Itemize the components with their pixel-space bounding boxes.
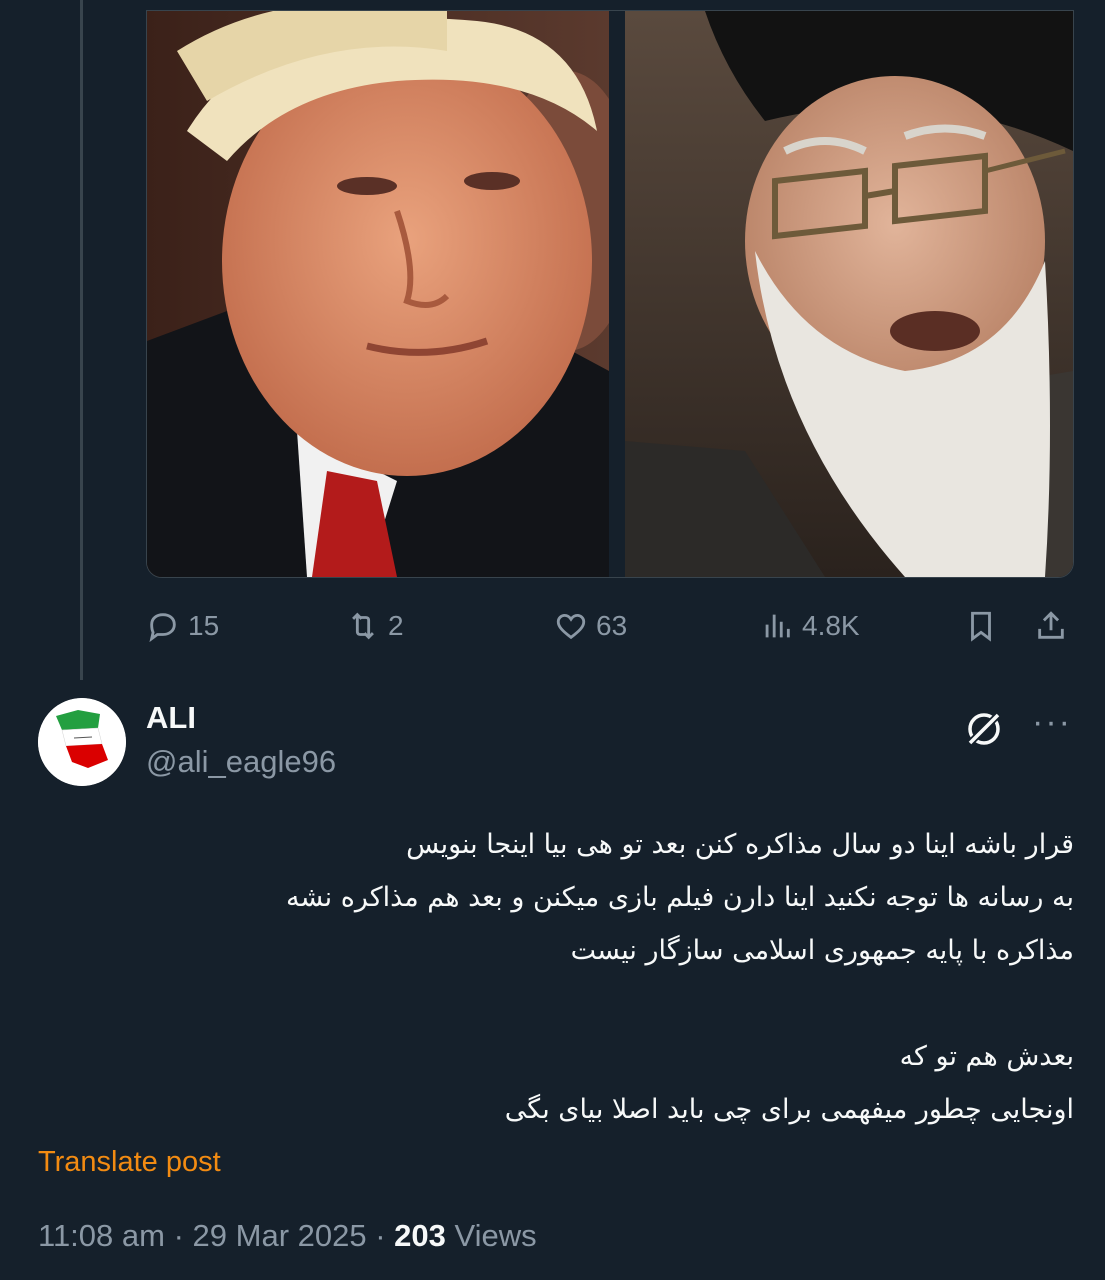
repost-count: 2 — [388, 610, 404, 641]
post-time[interactable]: 11:08 am — [38, 1218, 165, 1253]
post-text-line: مذاکره با پایه جمهوری اسلامی سازگار نیست — [570, 935, 1074, 966]
iran-map-logo-icon — [38, 698, 126, 786]
like-count: 63 — [596, 610, 628, 641]
photo-left-man-in-suit[interactable] — [147, 11, 609, 577]
post-action-bar: 15 2 63 4.8K — [146, 600, 1072, 652]
post-text-line: قرار باشه اینا دو سال مذاکره کنن بعد تو … — [406, 829, 1074, 860]
reply-icon — [149, 613, 176, 643]
views-count: 4.8K — [802, 610, 860, 641]
bookmark-button[interactable] — [964, 600, 998, 652]
grok-icon — [965, 710, 1003, 748]
meta-separator: · — [173, 1218, 184, 1253]
post-text-line: بعدش هم تو که — [899, 1041, 1074, 1072]
photo-right-illustration — [625, 11, 1073, 577]
thread-connector-line — [80, 0, 83, 680]
share-button[interactable] — [1034, 600, 1068, 652]
author-name[interactable]: ALI — [146, 700, 196, 736]
top-bar — [0, 0, 1105, 10]
post-text-blank-line — [160, 977, 1074, 1030]
like-button[interactable]: 63 — [554, 600, 627, 652]
repost-icon — [352, 612, 374, 640]
post-metadata: 11:08 am · 29 Mar 2025 · 203 Views — [38, 1218, 537, 1254]
reply-count: 15 — [188, 610, 220, 641]
share-icon — [1038, 611, 1064, 639]
grok-button[interactable] — [962, 707, 1006, 751]
post-text-line: به رسانه ها توجه نکنید اینا دارن فیلم با… — [286, 882, 1074, 913]
more-options-button[interactable]: ··· — [1030, 705, 1074, 742]
repost-button[interactable]: 2 — [346, 600, 404, 652]
more-icon: ··· — [1032, 703, 1072, 741]
author-handle[interactable]: @ali_eagle96 — [146, 744, 336, 780]
post-views-label: Views — [454, 1218, 537, 1253]
views-icon — [765, 614, 790, 638]
photo-right-bearded-man[interactable] — [625, 11, 1073, 577]
translate-post-link[interactable]: Translate post — [38, 1146, 221, 1179]
post-media[interactable] — [146, 10, 1074, 578]
post-date[interactable]: 29 Mar 2025 — [193, 1218, 367, 1253]
reply-button[interactable]: 15 — [146, 600, 219, 652]
like-icon — [556, 613, 586, 640]
avatar[interactable] — [38, 698, 126, 786]
post-text: قرار باشه اینا دو سال مذاکره کنن بعد تو … — [160, 818, 1074, 1136]
media-divider — [609, 11, 625, 577]
post-text-line: اونجایی چطور میفهمی برای چی باید اصلا بی… — [504, 1094, 1074, 1125]
meta-separator: · — [375, 1218, 386, 1253]
photo-left-illustration — [147, 11, 609, 577]
post-views-count: 203 — [394, 1218, 446, 1253]
views-button[interactable]: 4.8K — [760, 600, 860, 652]
bookmark-icon — [971, 611, 991, 642]
